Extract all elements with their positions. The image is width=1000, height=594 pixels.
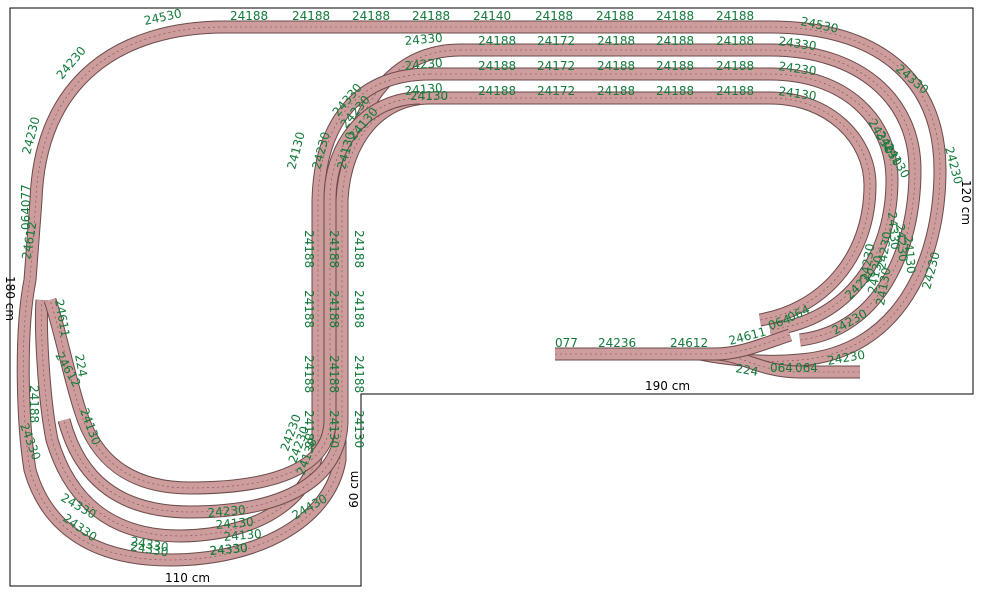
label-loop1-top-5: 24188	[716, 34, 754, 48]
dim-right-width: 190 cm	[645, 379, 690, 393]
label-siding-1: 24236	[598, 336, 636, 350]
label-outer-top-4: 24188	[412, 9, 450, 23]
label-loop1-top-4: 24188	[656, 34, 694, 48]
label-loop2-side-4: 24130	[327, 410, 341, 448]
label-loop2-top-3: 24188	[597, 59, 635, 73]
track-loop-2	[35, 68, 898, 542]
label-loop3-top-2: 24172	[537, 84, 575, 98]
label-loop1-side-1: 24188	[302, 230, 316, 268]
track-loop-2-centerline	[41, 73, 893, 537]
label-outer-top-3: 24188	[352, 9, 390, 23]
track-loop-2-edge	[34, 67, 899, 543]
track-layer	[16, 20, 947, 567]
label-misc-1: 24130	[410, 89, 448, 103]
label-loop2-side-2: 24188	[327, 290, 341, 328]
label-loop1-top-3: 24188	[597, 34, 635, 48]
track-loop-3	[58, 92, 876, 518]
label-outer-left-2: 24188	[27, 385, 41, 423]
label-misc-0: 24140	[473, 9, 511, 23]
label-loop3-side-1: 24188	[352, 230, 366, 268]
label-loop1-side-2: 24188	[302, 290, 316, 328]
label-loop3-side-4: 24130	[352, 410, 366, 448]
label-loop2-top-2: 24172	[537, 59, 575, 73]
label-loop2-side-1: 24188	[327, 230, 341, 268]
label-siding-2: 24612	[670, 336, 708, 350]
track-loop-3-edge	[57, 91, 877, 519]
label-siding-7: 064	[770, 361, 793, 375]
label-outer-top-8: 24188	[716, 9, 754, 23]
dim-left-height: 180 cm	[3, 276, 17, 321]
label-siding-8: 064	[795, 361, 818, 375]
label-outer-top-7: 24188	[656, 9, 694, 23]
label-loop3-side-3: 24188	[352, 355, 366, 393]
label-loop1-side-3: 24188	[302, 355, 316, 393]
label-loop1-top-2: 24172	[537, 34, 575, 48]
track-loop-3-centerline	[63, 97, 871, 513]
label-loop1-side-0: 24130	[284, 130, 307, 171]
label-loop2-top-1: 24188	[478, 59, 516, 73]
label-loop3-top-5: 24188	[716, 84, 754, 98]
label-outer-top-1: 24188	[230, 9, 268, 23]
label-siding-0: 077	[555, 336, 578, 350]
label-loop1-top-1: 24188	[478, 34, 516, 48]
label-loop3-top-3: 24188	[597, 84, 635, 98]
track-plan: 24530 24188 24188 24188 24188 24188 24188 24188…	[3, 6, 974, 587]
label-loop2-top-5: 24188	[716, 59, 754, 73]
dim-right-height: 120 cm	[959, 180, 973, 225]
label-loop3-curve-2: 24130	[901, 235, 918, 274]
label-outer-top-6: 24188	[596, 9, 634, 23]
label-loop2-side-3: 24188	[327, 355, 341, 393]
label-loop3-top-4: 24188	[656, 84, 694, 98]
label-siding-6: 224	[734, 361, 759, 379]
dim-inner-height: 60 cm	[347, 471, 361, 508]
label-loop1-top-0: 24330	[404, 31, 443, 48]
label-loop3-top-1: 24188	[478, 84, 516, 98]
label-outer-top-5: 24188	[535, 9, 573, 23]
dim-bottom-width: 110 cm	[165, 571, 210, 585]
label-loop3-side-2: 24188	[352, 290, 366, 328]
label-outer-top-2: 24188	[292, 9, 330, 23]
label-loop2-top-4: 24188	[656, 59, 694, 73]
